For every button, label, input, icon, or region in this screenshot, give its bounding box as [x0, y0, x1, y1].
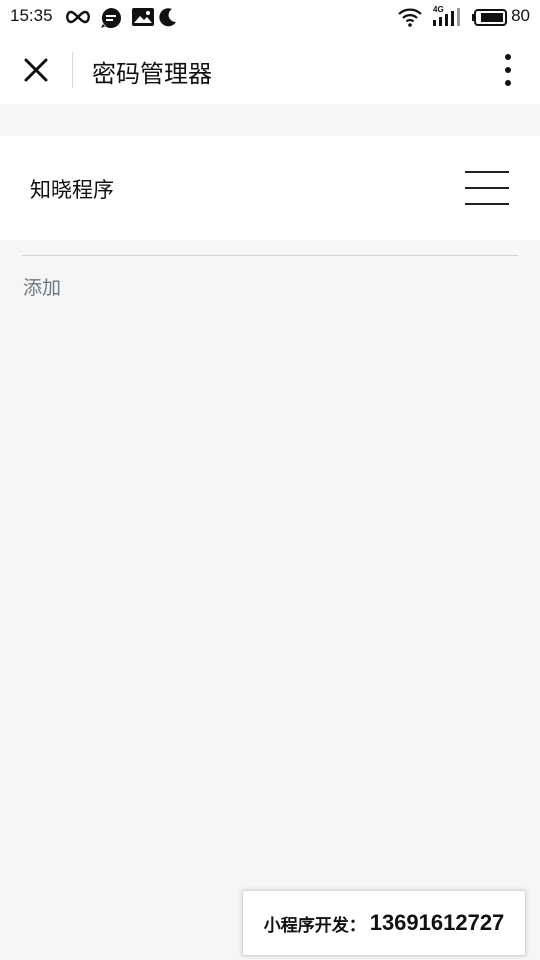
more-options-button[interactable]	[498, 52, 518, 88]
close-button[interactable]	[18, 52, 54, 88]
page-title: 密码管理器	[92, 60, 212, 88]
infinity-icon	[66, 10, 90, 24]
brand-title: 知晓程序	[30, 178, 114, 202]
wifi-icon	[398, 8, 422, 27]
more-vertical-icon	[505, 54, 511, 86]
menu-line	[465, 187, 509, 189]
battery-icon	[472, 9, 507, 26]
promo-label: 小程序开发：	[263, 915, 366, 936]
signal-icon	[433, 8, 460, 26]
close-icon	[24, 58, 48, 82]
message-icon	[101, 8, 121, 28]
header-card: 知晓程序	[0, 136, 540, 240]
promo-phone: 13691612727	[369, 910, 505, 935]
battery-level: 80	[511, 6, 530, 25]
promo-banner: 小程序开发： 13691612727	[242, 890, 526, 956]
moon-icon	[159, 8, 176, 27]
menu-line	[465, 203, 509, 205]
hamburger-menu-icon[interactable]	[465, 170, 509, 206]
content-divider	[22, 255, 518, 256]
status-bar: 15:35 4G 80	[0, 0, 540, 34]
title-divider	[72, 52, 73, 88]
menu-line	[465, 171, 509, 173]
title-bar: 密码管理器	[0, 34, 540, 104]
gallery-icon	[132, 8, 154, 26]
add-link[interactable]: 添加	[23, 273, 61, 300]
status-time: 15:35	[10, 6, 53, 25]
